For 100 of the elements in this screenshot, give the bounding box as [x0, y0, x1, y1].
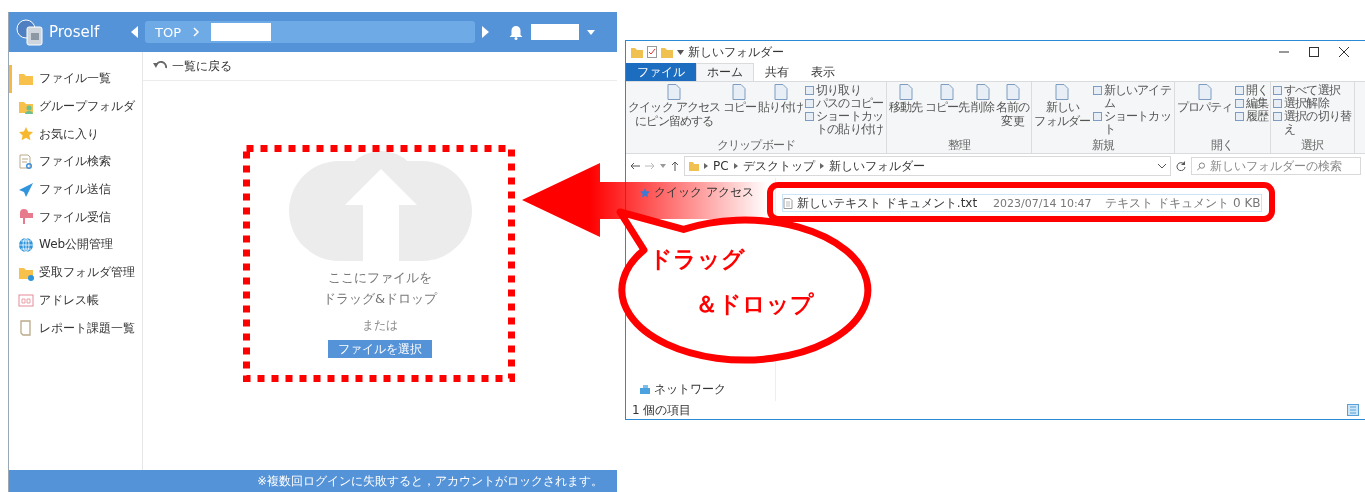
- ribbon-button[interactable]: 名前の 変更: [995, 84, 1030, 128]
- chevron-left-icon[interactable]: [131, 26, 139, 38]
- sidebar-item[interactable]: グループフォルダ: [9, 92, 142, 121]
- document-icon: [732, 84, 747, 100]
- folder-icon: [689, 161, 699, 171]
- sidebar-item[interactable]: ファイル送信: [9, 175, 142, 204]
- sidebar-item[interactable]: アドレス帳: [9, 286, 142, 315]
- back-link[interactable]: 一覧に戻る: [172, 57, 232, 75]
- ribbon-button[interactable]: 選択解除: [1272, 97, 1352, 110]
- sidebar-item[interactable]: ファイル一覧: [9, 65, 142, 93]
- file-type: テキスト ドキュメント: [1105, 194, 1230, 212]
- app-name: Proself: [49, 23, 100, 41]
- ribbon-group-label: 整理: [947, 138, 972, 152]
- sidebar-item[interactable]: お気に入り: [9, 120, 142, 149]
- document-icon: [773, 84, 788, 100]
- ribbon-button[interactable]: 新しいアイテム: [1092, 84, 1172, 110]
- ribbon-button[interactable]: コピー: [722, 84, 757, 114]
- document-icon: [940, 84, 955, 100]
- folder-icon: [631, 46, 643, 58]
- bell-icon[interactable]: [509, 24, 523, 40]
- back-arrow-icon[interactable]: [630, 162, 640, 170]
- sidebar-item[interactable]: レポート課題一覧: [9, 314, 142, 342]
- file-name: 新しいテキスト ドキュメント.txt: [797, 194, 979, 212]
- ribbon-button[interactable]: 編集: [1234, 97, 1268, 110]
- maximize-icon[interactable]: [1309, 47, 1319, 57]
- chevron-down-icon[interactable]: [1158, 163, 1166, 169]
- drop-instruction: ここにファイルを: [328, 269, 432, 287]
- ribbon-button[interactable]: ショートカットの貼り付け: [805, 110, 885, 136]
- redacted-block: [531, 24, 579, 40]
- document-icon: [1092, 112, 1102, 121]
- ribbon-button[interactable]: 移動先: [889, 84, 923, 114]
- address-card-icon: [18, 292, 34, 309]
- ribbon-button[interactable]: クイック アクセス にピン留めする: [628, 84, 721, 128]
- star-icon: [18, 126, 34, 143]
- chevron-right-icon: [193, 27, 199, 37]
- document-icon: [1092, 86, 1102, 95]
- ribbon-button[interactable]: 切り取り: [805, 84, 885, 97]
- ribbon-group-label: クリップボード: [715, 138, 797, 152]
- mailbox-icon: [18, 209, 34, 226]
- footer-notice: ※複数回ログインに失敗すると，アカウントがロックされます。: [257, 473, 603, 489]
- address-segment[interactable]: PC: [713, 159, 729, 173]
- ribbon-button[interactable]: コピー先: [924, 84, 970, 114]
- sidebar-item[interactable]: ファイル検索: [9, 148, 142, 176]
- chevron-right-icon: [704, 163, 708, 169]
- navigation-item[interactable]: ネットワーク: [640, 381, 726, 398]
- sidebar-item[interactable]: Web公開管理: [9, 231, 142, 259]
- server-globe-icon: [15, 18, 45, 46]
- close-icon[interactable]: [1339, 47, 1349, 57]
- chevron-right-icon: [819, 163, 824, 169]
- ribbon-button[interactable]: 選択の切り替え: [1272, 110, 1352, 136]
- file-menu-tab[interactable]: ファイル: [626, 63, 696, 81]
- chevron-right-icon: [733, 163, 738, 169]
- document-icon: [1005, 84, 1020, 100]
- callout-text: ＆ドロップ: [695, 293, 814, 316]
- file-date: 2023/07/14 10:47: [993, 196, 1093, 210]
- network-icon: [640, 384, 650, 395]
- drop-instruction: ドラッグ&ドロップ: [322, 290, 438, 308]
- address-bar[interactable]: PC デスクトップ 新しいフォルダー: [684, 156, 1171, 176]
- document-icon: [975, 84, 990, 100]
- or-label: または: [362, 317, 398, 334]
- up-arrow-icon[interactable]: [671, 161, 679, 171]
- document-icon: [667, 84, 682, 100]
- upload-cloud-icon: [288, 151, 472, 261]
- details-view-icon[interactable]: [1347, 404, 1359, 416]
- paper-plane-icon: [18, 181, 34, 198]
- ribbon-tab[interactable]: 表示: [800, 63, 846, 81]
- checked-document-icon[interactable]: [647, 46, 657, 58]
- globe-icon: [18, 236, 34, 253]
- ribbon-button[interactable]: プロパティ: [1176, 84, 1233, 114]
- ribbon-button[interactable]: 貼り付け: [758, 84, 804, 114]
- window-title: 新しいフォルダー: [688, 43, 784, 61]
- sidebar-item[interactable]: ファイル受信: [9, 203, 142, 232]
- ribbon-button[interactable]: 新しい フォルダー: [1034, 84, 1091, 128]
- ribbon-button[interactable]: 履歴: [1234, 110, 1268, 123]
- file-row[interactable]: 新しいテキスト ドキュメント.txt 2023/07/14 10:47 テキスト ドキュメント 0 KB: [782, 194, 1262, 212]
- ribbon-group-label: 開く: [1210, 138, 1235, 152]
- ribbon-button[interactable]: 削除: [971, 84, 994, 114]
- redacted-block: [211, 23, 271, 41]
- ribbon-tab[interactable]: ホーム: [696, 63, 754, 81]
- chevron-right-icon[interactable]: [481, 26, 489, 38]
- file-size: 0 KB: [1233, 196, 1261, 210]
- callout-text: ドラッグ: [649, 248, 745, 271]
- search-field[interactable]: 新しいフォルダーの検索: [1191, 157, 1361, 175]
- text-file-icon: [783, 197, 793, 209]
- ribbon-tab[interactable]: 共有: [754, 63, 800, 81]
- address-segment[interactable]: 新しいフォルダー: [828, 157, 925, 175]
- refresh-icon[interactable]: [1176, 161, 1186, 171]
- document-icon: [898, 84, 913, 100]
- caret-down-icon[interactable]: [587, 29, 595, 35]
- sidebar-item[interactable]: 受取フォルダ管理: [9, 258, 142, 287]
- caret-down-icon[interactable]: [677, 49, 684, 55]
- document-search-icon: [18, 153, 34, 170]
- address-segment[interactable]: デスクトップ: [742, 157, 815, 175]
- ribbon-button[interactable]: 開く: [1234, 84, 1268, 97]
- item-count: 1 個の項目: [632, 401, 692, 419]
- ribbon-button[interactable]: パスのコピー: [805, 97, 885, 110]
- ribbon-button[interactable]: すべて選択: [1272, 84, 1352, 97]
- navigation-item[interactable]: クイック アクセス: [640, 184, 754, 201]
- ribbon-group-label: 新規: [1090, 138, 1116, 152]
- ribbon-button[interactable]: ショートカット: [1092, 110, 1172, 136]
